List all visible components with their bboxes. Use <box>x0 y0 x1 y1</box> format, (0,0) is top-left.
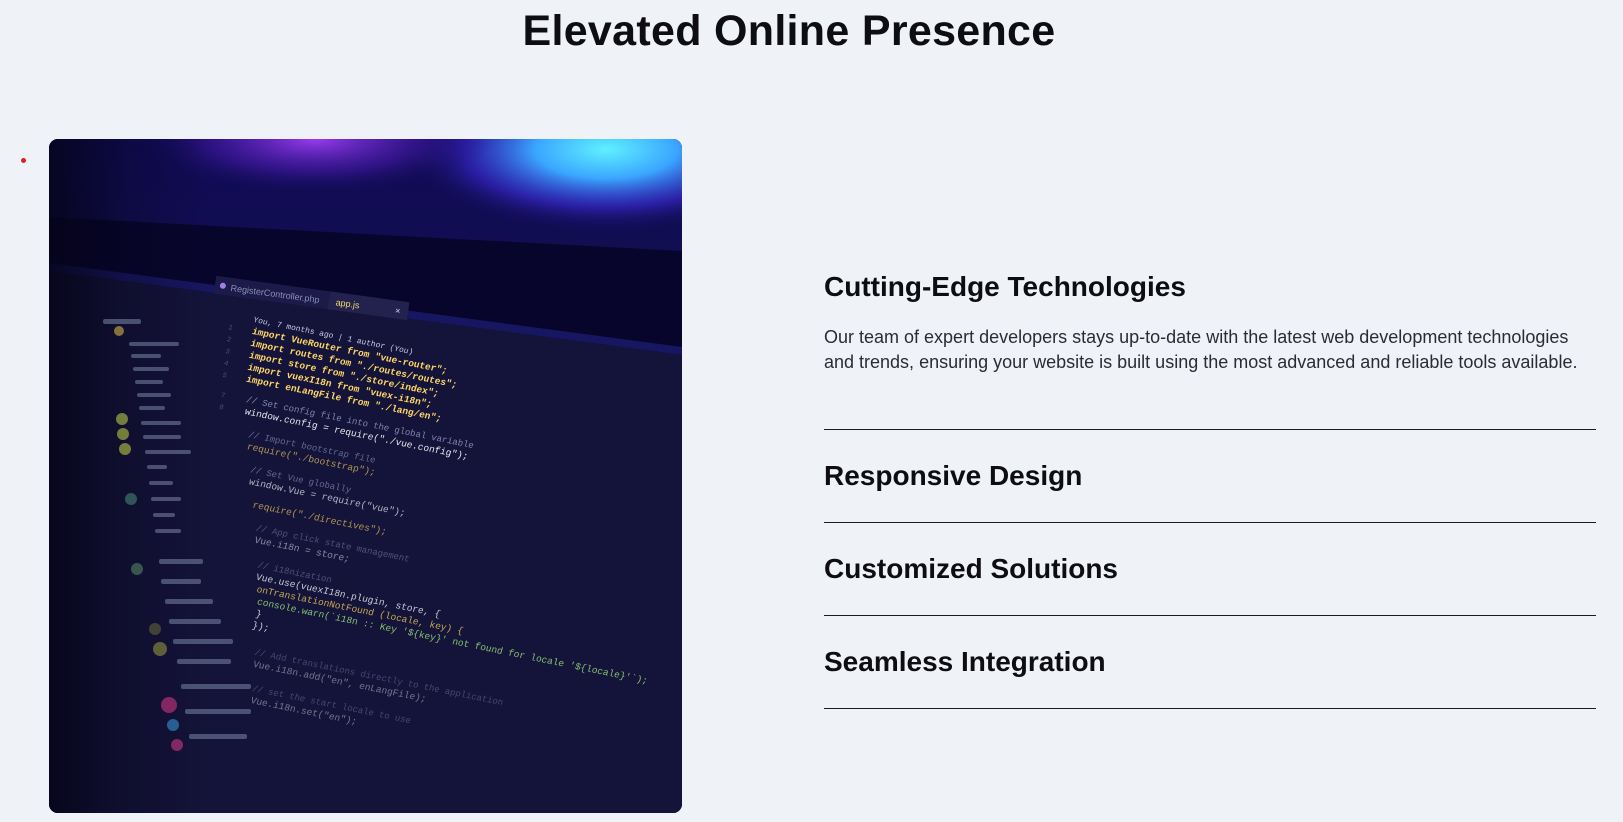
red-dot-marker <box>21 158 26 163</box>
accordion-title[interactable]: Cutting-Edge Technologies <box>824 255 1596 305</box>
page-title: Elevated Online Presence <box>522 7 1056 55</box>
accordion-title[interactable]: Seamless Integration <box>824 616 1596 708</box>
accordion-item-responsive-design[interactable]: Responsive Design <box>824 430 1596 523</box>
accordion-item-cutting-edge-technologies[interactable]: Cutting-Edge Technologies Our team of ex… <box>824 255 1596 430</box>
hero-code-image: RegisterController.php app.js × You, 7 m… <box>49 139 682 813</box>
code-editor-illustration: RegisterController.php app.js × You, 7 m… <box>49 139 682 813</box>
accordion-item-customized-solutions[interactable]: Customized Solutions <box>824 523 1596 616</box>
accordion-item-seamless-integration[interactable]: Seamless Integration <box>824 616 1596 709</box>
features-accordion: Cutting-Edge Technologies Our team of ex… <box>824 255 1596 709</box>
accordion-title[interactable]: Customized Solutions <box>824 523 1596 615</box>
accordion-description: Our team of expert developers stays up-t… <box>824 327 1578 372</box>
accordion-title[interactable]: Responsive Design <box>824 430 1596 522</box>
